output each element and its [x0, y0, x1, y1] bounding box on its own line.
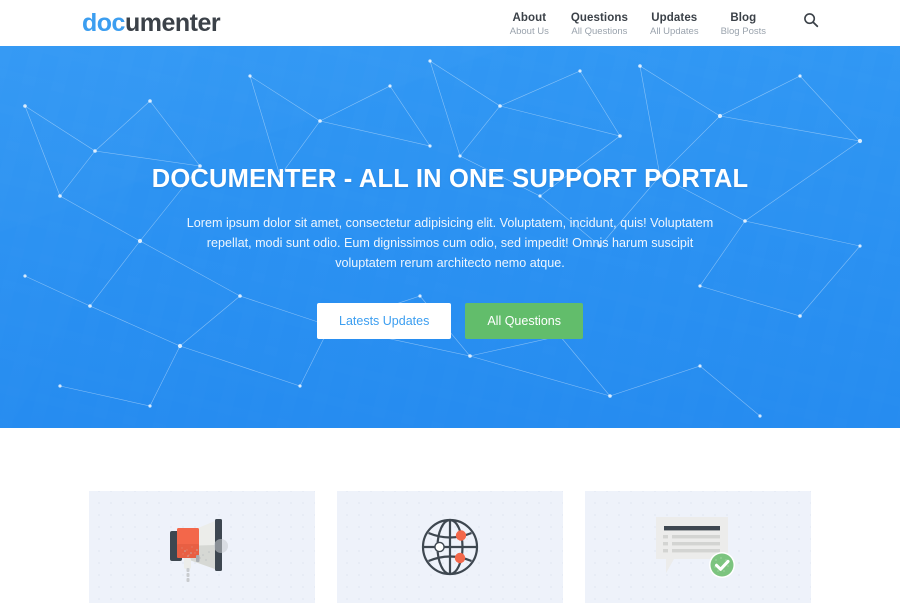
message-approved-icon [585, 491, 811, 603]
latest-updates-button[interactable]: Latests Updates [317, 302, 452, 339]
globe-network-icon [337, 491, 563, 603]
nav-item-questions-label: Questions [570, 11, 628, 24]
nav-item-updates[interactable]: Updates All Updates [650, 9, 699, 38]
logo-text-primary: doc [82, 8, 125, 37]
hero-description: Lorem ipsum dolor sit amet, consectetur … [186, 215, 714, 270]
nav-item-blog[interactable]: Blog Blog Posts [721, 9, 766, 38]
hero-actions: Latests Updates All Questions [0, 302, 900, 339]
nav-item-questions[interactable]: Questions All Questions [571, 9, 628, 38]
feature-card-announcements[interactable] [89, 491, 315, 603]
megaphone-icon [89, 491, 315, 603]
site-header: documenter About About Us Questions All … [0, 0, 900, 46]
feature-card-approved-answers[interactable] [585, 491, 811, 603]
search-button[interactable] [802, 11, 820, 29]
feature-cards-section [0, 428, 900, 603]
nav-item-updates-label: Updates [651, 11, 698, 24]
hero-banner: DOCUMENTER - ALL IN ONE SUPPORT PORTAL L… [0, 46, 900, 428]
nav-item-blog-sublabel: Blog Posts [720, 25, 766, 37]
nav-item-about[interactable]: About About Us [510, 9, 549, 38]
nav-item-questions-sublabel: All Questions [571, 25, 628, 37]
nav-item-blog-label: Blog [730, 11, 757, 24]
nav-item-updates-sublabel: All Updates [649, 25, 699, 37]
feature-cards-row [0, 491, 900, 603]
nav-item-about-sublabel: About Us [509, 25, 549, 37]
search-icon [803, 12, 819, 28]
logo-text-secondary: umenter [124, 8, 221, 37]
nav-item-about-label: About [512, 11, 547, 24]
main-navigation: About About Us Questions All Questions U… [510, 9, 820, 38]
all-questions-button[interactable]: All Questions [465, 302, 583, 339]
feature-card-network[interactable] [337, 491, 563, 603]
hero-title: DOCUMENTER - ALL IN ONE SUPPORT PORTAL [151, 165, 749, 193]
site-logo[interactable]: documenter [82, 8, 221, 37]
